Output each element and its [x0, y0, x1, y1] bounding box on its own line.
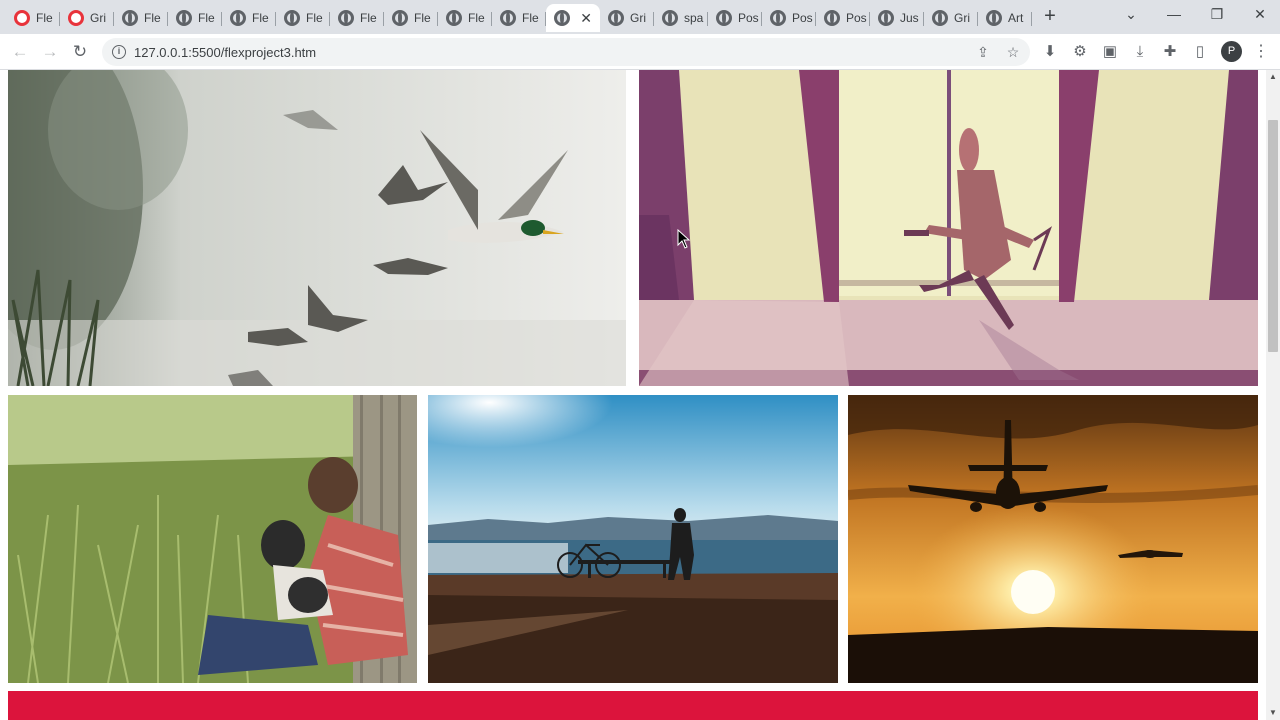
url-text[interactable]: 127.0.0.1:5500/flexproject3.htm: [134, 45, 316, 60]
extension-page-icon[interactable]: ▣: [1100, 42, 1120, 62]
browser-tab[interactable]: Fle: [6, 4, 60, 32]
tab-list: Fle Gri Fle Fle Fle Fle Fle Fle Fle Fle ✕ Gri spa Pos…: [6, 4, 1032, 34]
browser-tab[interactable]: Fle: [330, 4, 384, 32]
menu-kebab-icon[interactable]: ⋮: [1253, 42, 1269, 62]
share-icon[interactable]: ⇪: [974, 43, 992, 61]
image-airplanes-sunset: [848, 395, 1258, 683]
globe-icon: [986, 10, 1002, 26]
image-seaside-bicycle-silhouette: [428, 395, 838, 683]
reload-button[interactable]: ↻: [69, 41, 91, 63]
browser-tab[interactable]: Fle: [276, 4, 330, 32]
tab-title: Gri: [90, 11, 106, 25]
tab-title: Fle: [468, 11, 485, 25]
browser-tab[interactable]: Art: [978, 4, 1032, 32]
tab-title: Fle: [198, 11, 215, 25]
bookmark-star-icon[interactable]: ☆: [1004, 43, 1022, 61]
globe-icon: [716, 10, 732, 26]
globe-icon: [824, 10, 840, 26]
puzzle-extensions-icon[interactable]: ✚: [1160, 42, 1180, 62]
tab-title: Fle: [306, 11, 323, 25]
forward-button[interactable]: →: [39, 41, 61, 63]
page-viewport: [0, 70, 1266, 720]
scroll-up-arrow-icon[interactable]: ▲: [1266, 70, 1280, 84]
opera-icon: [14, 10, 30, 26]
tab-title: Jus: [900, 11, 919, 25]
tab-title: Fle: [252, 11, 269, 25]
arrow-left-icon: ←: [11, 42, 29, 61]
restore-button[interactable]: ❐: [1202, 6, 1232, 26]
tab-title: Fle: [360, 11, 377, 25]
globe-icon: [878, 10, 894, 26]
page-scrollbar[interactable]: ▲ ▼: [1266, 70, 1280, 720]
tab-title: Fle: [414, 11, 431, 25]
browser-tab[interactable]: Fle: [222, 4, 276, 32]
browser-tab[interactable]: Pos: [762, 4, 816, 32]
browser-tab[interactable]: Fle: [438, 4, 492, 32]
globe-icon: [554, 10, 570, 26]
image-man-with-dog-in-grass: [8, 395, 417, 683]
browser-tab[interactable]: Fle: [492, 4, 546, 32]
globe-icon: [932, 10, 948, 26]
globe-icon: [392, 10, 408, 26]
image-illustrated-man-doorway: [639, 70, 1258, 386]
browser-tab[interactable]: spa: [654, 4, 708, 32]
address-bar[interactable]: i 127.0.0.1:5500/flexproject3.htm ⇪ ☆: [102, 38, 1030, 66]
browser-tab[interactable]: Gri: [924, 4, 978, 32]
tab-title: Pos: [738, 11, 759, 25]
globe-icon: [338, 10, 354, 26]
browser-tab[interactable]: Gri: [60, 4, 114, 32]
tab-title: Pos: [846, 11, 867, 25]
browser-tab[interactable]: Pos: [708, 4, 762, 32]
profile-avatar[interactable]: P: [1221, 41, 1242, 62]
tab-title: Fle: [36, 11, 53, 25]
tab-title: spa: [684, 11, 704, 25]
new-tab-button[interactable]: +: [1038, 6, 1062, 28]
extension-icon[interactable]: ⚙: [1070, 42, 1090, 62]
browser-tab[interactable]: Fle: [168, 4, 222, 32]
opera-icon: [68, 10, 84, 26]
globe-icon: [770, 10, 786, 26]
tab-title: Pos: [792, 11, 813, 25]
image-flying-ducks: [8, 70, 626, 386]
globe-icon: [122, 10, 138, 26]
mouse-cursor-icon: [677, 229, 691, 249]
tab-title: Fle: [144, 11, 161, 25]
scroll-down-arrow-icon[interactable]: ▼: [1266, 706, 1280, 720]
arrow-right-icon: →: [41, 42, 59, 61]
site-info-icon[interactable]: i: [112, 45, 126, 59]
tab-title: Gri: [954, 11, 970, 25]
globe-icon: [500, 10, 516, 26]
globe-icon: [446, 10, 462, 26]
globe-icon: [608, 10, 624, 26]
browser-tab[interactable]: ✕: [546, 4, 600, 32]
tab-close-icon[interactable]: ✕: [580, 10, 592, 27]
minimize-button[interactable]: —: [1159, 6, 1189, 26]
tab-title: Fle: [522, 11, 539, 25]
downloads-icon[interactable]: ⤓: [1130, 42, 1150, 62]
browser-tab[interactable]: Pos: [816, 4, 870, 32]
browser-tab[interactable]: Jus: [870, 4, 924, 32]
tab-title: Art: [1008, 11, 1024, 25]
red-footer-band: [8, 691, 1258, 720]
scrollbar-thumb[interactable]: [1268, 120, 1278, 352]
tab-strip: Fle Gri Fle Fle Fle Fle Fle Fle Fle Fle ✕ Gri spa Pos…: [0, 0, 1280, 34]
globe-icon: [662, 10, 678, 26]
globe-icon: [230, 10, 246, 26]
tab-search-button[interactable]: ⌄: [1116, 6, 1146, 26]
side-panel-icon[interactable]: ▯: [1190, 42, 1210, 62]
browser-tab[interactable]: Fle: [114, 4, 168, 32]
globe-icon: [176, 10, 192, 26]
globe-icon: [284, 10, 300, 26]
reload-icon: ↻: [72, 42, 88, 61]
close-window-button[interactable]: ✕: [1245, 6, 1275, 26]
browser-tab[interactable]: Gri: [600, 4, 654, 32]
back-button[interactable]: ←: [9, 41, 31, 63]
download-extension-icon[interactable]: ⬇: [1040, 42, 1060, 62]
tab-title: Gri: [630, 11, 646, 25]
browser-tab[interactable]: Fle: [384, 4, 438, 32]
